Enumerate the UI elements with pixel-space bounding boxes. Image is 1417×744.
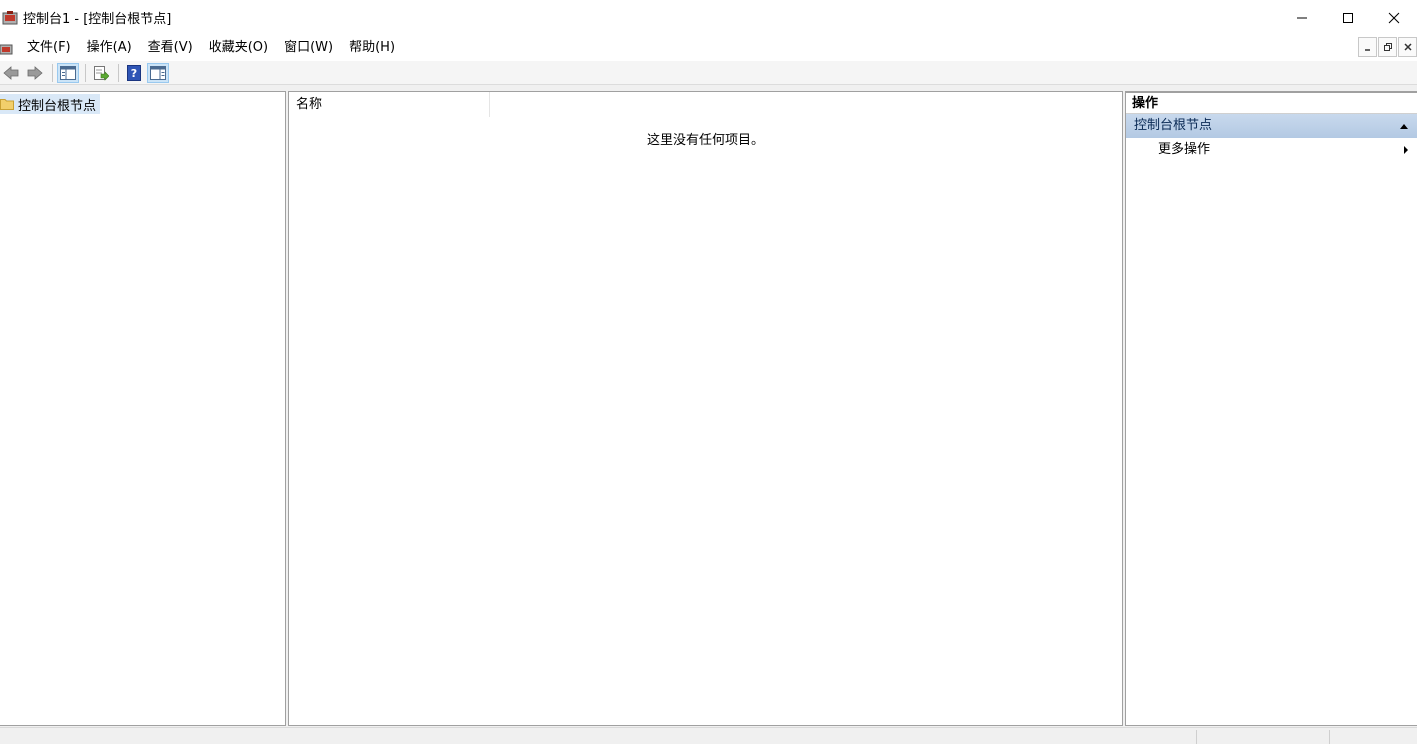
help-icon: ? [127,64,141,81]
toolbar-separator [118,63,119,82]
toolbar-separator [52,63,53,82]
back-button[interactable] [0,63,22,83]
list-header: 名称 [289,92,1122,117]
empty-list-message: 这里没有任何项目。 [646,133,764,148]
show-hide-console-tree-button[interactable] [57,62,79,83]
forward-arrow-icon [27,65,43,80]
show-hide-action-pane-icon [150,65,166,80]
back-arrow-icon [3,65,19,80]
maximize-button[interactable] [1325,0,1371,35]
mdi-minimize-icon [1364,49,1370,51]
actions-section-label: 控制台根节点 [1134,118,1213,133]
status-divider [1329,730,1330,744]
actions-item-label: 更多操作 [1158,142,1211,157]
help-button[interactable]: ? [123,63,145,83]
actions-section-console-root[interactable]: 控制台根节点 [1126,114,1417,138]
window-title: 控制台1 - [控制台根节点] [23,12,172,27]
minimize-button[interactable] [1279,0,1325,35]
mdi-controls [1358,37,1417,57]
menu-file[interactable]: 文件(F) [19,36,79,60]
column-header-name[interactable]: 名称 [289,92,490,117]
svg-text:?: ? [131,67,137,80]
result-list-pane: 名称 这里没有任何项目。 [288,91,1123,726]
show-hide-action-pane-button[interactable] [147,62,169,83]
mdi-close-icon [1403,43,1412,51]
export-list-icon [94,65,109,81]
menu-favorites[interactable]: 收藏夹(O) [201,36,276,60]
actions-pane: 操作 控制台根节点 更多操作 [1125,91,1417,726]
console-menu-icon[interactable] [0,40,14,56]
maximize-icon [1343,12,1353,23]
mdi-restore-button[interactable] [1378,37,1397,57]
mmc-console-icon[interactable] [2,10,18,26]
menu-action[interactable]: 操作(A) [79,36,140,60]
window-controls [1279,0,1417,35]
title-bar: 控制台1 - [控制台根节点] [0,0,1417,35]
close-icon [1388,12,1400,23]
menu-help[interactable]: 帮助(H) [341,36,403,60]
forward-button[interactable] [24,63,46,83]
minimize-icon [1297,17,1307,18]
console-tree-pane: 控制台根节点 [0,91,286,726]
mdi-close-button[interactable] [1398,37,1417,57]
mdi-restore-icon [1383,43,1392,51]
tree-node-console-root[interactable]: 控制台根节点 [0,94,101,114]
status-divider [1196,730,1197,744]
status-bar [0,727,1417,744]
toolbar: ? [0,61,1417,85]
actions-item-more-actions[interactable]: 更多操作 [1126,138,1417,162]
menu-window[interactable]: 窗口(W) [276,36,341,60]
toolbar-separator [85,63,86,82]
export-list-button[interactable] [90,63,112,83]
folder-icon [0,99,14,110]
close-button[interactable] [1371,0,1417,35]
show-hide-console-tree-icon [60,65,76,80]
mdi-minimize-button[interactable] [1358,37,1377,57]
menu-bar: 文件(F) 操作(A) 查看(V) 收藏夹(O) 窗口(W) 帮助(H) [0,35,1417,61]
menu-view[interactable]: 查看(V) [140,36,201,60]
actions-pane-title: 操作 [1126,93,1417,114]
tree-node-label: 控制台根节点 [18,98,97,114]
submenu-arrow-icon [1403,138,1409,171]
